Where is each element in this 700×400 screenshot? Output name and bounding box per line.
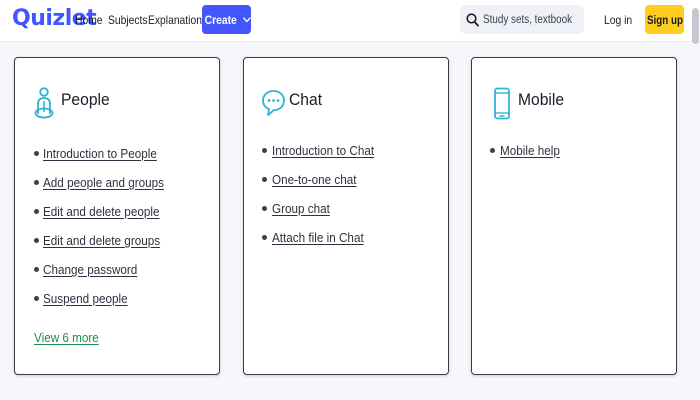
link-introduction-to-chat[interactable]: Introduction to Chat: [272, 143, 374, 158]
view-more-link[interactable]: View 6 more: [34, 330, 99, 345]
top-nav-bar: Quizlet Home Subjects Explanations Creat…: [0, 0, 700, 42]
list-bullet: [262, 177, 267, 182]
search-box[interactable]: [460, 5, 584, 34]
link-one-to-one-chat[interactable]: One-to-one chat: [272, 172, 357, 187]
search-icon: [466, 12, 479, 27]
chevron-down-icon: [243, 16, 251, 22]
chat-card-title: Chat: [289, 90, 323, 109]
link-add-people-and-groups[interactable]: Add people and groups: [43, 175, 164, 190]
login-link[interactable]: Log in: [604, 13, 632, 27]
person-icon: [34, 87, 54, 119]
link-mobile-help[interactable]: Mobile help: [500, 143, 560, 158]
page-scrollbar[interactable]: [692, 8, 699, 44]
link-group-chat[interactable]: Group chat: [272, 201, 330, 216]
signup-button-label: Sign up: [646, 12, 683, 27]
create-button-label: Create: [204, 12, 237, 27]
list-bullet: [34, 151, 39, 156]
list-bullet: [34, 267, 39, 272]
list-bullet: [34, 209, 39, 214]
people-card-title: People: [61, 90, 110, 109]
link-edit-and-delete-people[interactable]: Edit and delete people: [43, 204, 159, 219]
chat-bubble-icon: [262, 90, 285, 116]
signup-button[interactable]: Sign up: [645, 5, 684, 34]
link-attach-file-in-chat[interactable]: Attach file in Chat: [272, 230, 364, 245]
list-bullet: [490, 148, 495, 153]
mobile-card-title: Mobile: [518, 90, 565, 109]
link-introduction-to-people[interactable]: Introduction to People: [43, 146, 157, 161]
list-bullet: [34, 238, 39, 243]
nav-subjects-link[interactable]: Subjects: [108, 13, 148, 27]
list-bullet: [262, 235, 267, 240]
list-bullet: [34, 180, 39, 185]
link-edit-and-delete-groups[interactable]: Edit and delete groups: [43, 233, 160, 248]
list-bullet: [262, 148, 267, 153]
nav-explanations-link[interactable]: Explanations: [148, 13, 207, 27]
link-change-password[interactable]: Change password: [43, 262, 137, 277]
list-bullet: [262, 206, 267, 211]
list-bullet: [34, 296, 39, 301]
link-suspend-people[interactable]: Suspend people: [43, 291, 128, 306]
search-input[interactable]: [483, 13, 573, 26]
nav-home-link[interactable]: Home: [75, 13, 103, 27]
mobile-phone-icon: [494, 87, 510, 120]
create-button[interactable]: Create: [202, 5, 251, 34]
